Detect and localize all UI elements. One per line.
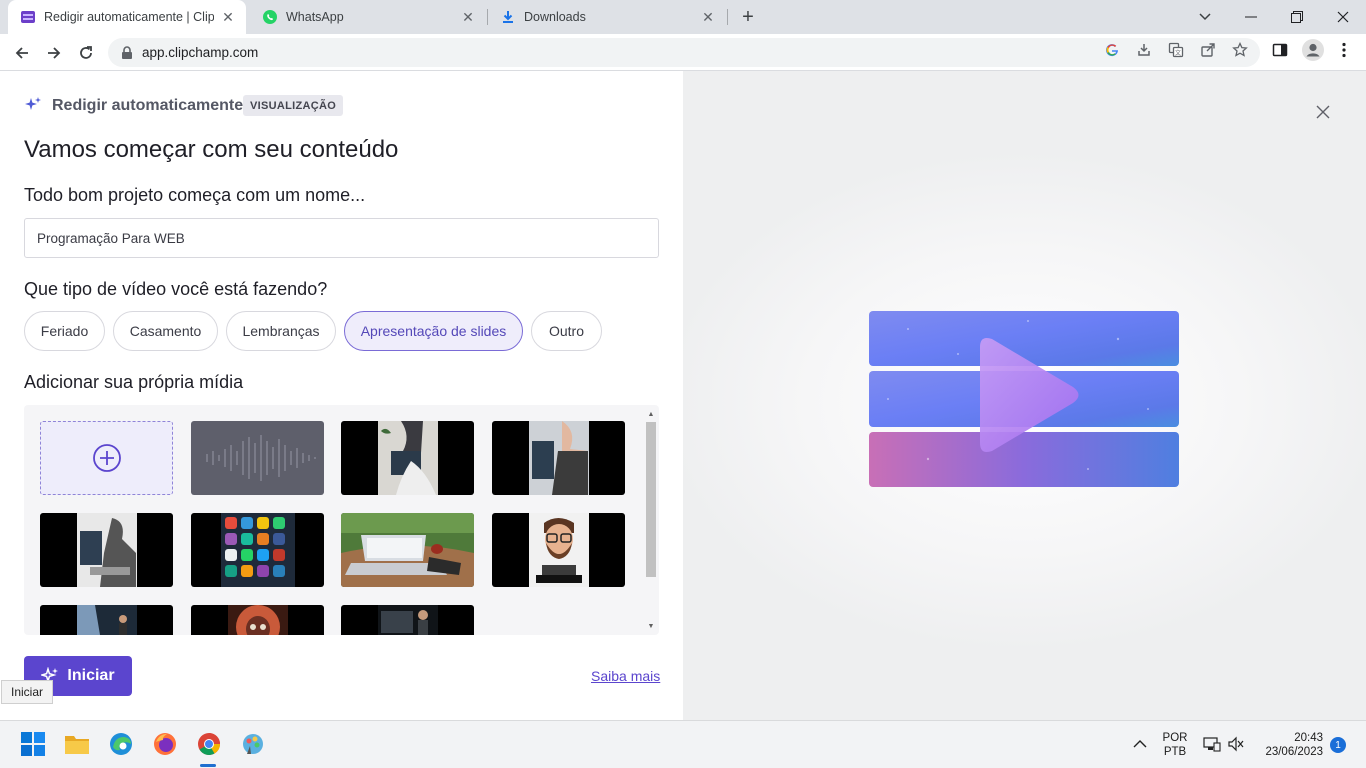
notification-badge[interactable]: 1 (1330, 737, 1346, 753)
media-thumb-person-laptop[interactable] (341, 421, 474, 495)
media-thumb-person-computer[interactable] (40, 513, 173, 587)
start-button-label: Iniciar (67, 667, 115, 684)
clock-time: 20:43 (1294, 732, 1323, 744)
reload-button[interactable] (72, 39, 100, 67)
tab-whatsapp[interactable]: WhatsApp ✕ (250, 0, 486, 34)
project-name-input[interactable] (24, 218, 659, 258)
video-type-prompt: Que tipo de vídeo você está fazendo? (24, 279, 328, 299)
translate-icon[interactable]: 文 (1167, 41, 1185, 59)
chip-outro[interactable]: Outro (531, 311, 602, 351)
media-grid (24, 405, 659, 635)
volume-muted-icon[interactable] (1224, 731, 1248, 757)
close-tab-icon[interactable]: ✕ (220, 9, 236, 25)
name-prompt: Todo bom projeto começa com um nome... (24, 185, 366, 205)
keyboard-layout: PTB (1163, 746, 1187, 758)
start-tooltip: Iniciar (1, 680, 54, 704)
chip-casamento[interactable]: Casamento (113, 311, 218, 351)
restore-button[interactable] (1274, 0, 1320, 34)
forward-button[interactable] (40, 39, 68, 67)
close-tab-icon[interactable]: ✕ (460, 9, 476, 25)
language-code: POR (1162, 732, 1188, 744)
tab-clipchamp[interactable]: Redigir automaticamente | Clipch ✕ (8, 0, 246, 34)
clipchamp-logo-illustration (869, 311, 1179, 487)
address-bar[interactable]: app.clipchamp.com (108, 38, 1260, 67)
illustration-panel (683, 71, 1366, 720)
share-icon[interactable] (1199, 41, 1217, 59)
language-indicator[interactable]: POR PTB (1160, 731, 1190, 759)
url-text: app.clipchamp.com (142, 45, 259, 60)
sparkle-icon (25, 97, 41, 110)
scroll-down-arrow-icon[interactable]: ▼ (645, 620, 657, 632)
media-thumb-presenter-stage[interactable] (40, 605, 173, 635)
media-thumb-laptop-table[interactable] (341, 513, 474, 587)
google-icon[interactable] (1103, 41, 1121, 59)
clock-date: 23/06/2023 (1265, 746, 1323, 758)
scrollbar-thumb[interactable] (646, 422, 656, 577)
tab-bar: Redigir automaticamente | Clipch ✕ Whats… (0, 0, 1366, 34)
show-hidden-icons-icon[interactable] (1128, 731, 1152, 757)
network-icon[interactable] (1200, 731, 1224, 757)
media-thumb-app-icons[interactable] (191, 513, 324, 587)
tab-title: Downloads (524, 10, 586, 24)
paint-app-icon[interactable] (240, 731, 266, 757)
tab-separator (727, 9, 728, 25)
add-media-button[interactable] (40, 421, 173, 495)
chip-lembrancas[interactable]: Lembranças (226, 311, 336, 351)
page-heading: Vamos começar com seu conteúdo (24, 136, 399, 163)
chrome-icon[interactable] (196, 731, 222, 757)
preview-badge: VISUALIZAÇÃO (243, 95, 344, 116)
chip-feriado[interactable]: Feriado (24, 311, 105, 351)
chip-apresentacao-de-slides[interactable]: Apresentação de slides (344, 311, 523, 351)
tab-downloads[interactable]: Downloads ✕ (488, 0, 726, 34)
minimize-button[interactable] (1228, 0, 1274, 34)
media-thumb-cartoon-avatar[interactable] (492, 513, 625, 587)
browser-toolbar: app.clipchamp.com 文 (0, 34, 1366, 71)
learn-more-link[interactable]: Saiba mais (591, 668, 660, 684)
clock[interactable]: 20:43 23/06/2023 (1254, 731, 1330, 759)
browser-menu-icon[interactable] (1335, 41, 1353, 59)
tab-title: WhatsApp (286, 10, 344, 24)
back-button[interactable] (8, 39, 36, 67)
tab-title: Redigir automaticamente | Clipch (44, 10, 214, 24)
svg-text:文: 文 (1175, 49, 1181, 57)
media-thumb-person-illustration[interactable] (492, 421, 625, 495)
whatsapp-icon (262, 9, 278, 25)
active-app-indicator (200, 764, 216, 767)
download-icon (500, 9, 516, 25)
install-app-icon[interactable] (1135, 41, 1153, 59)
audio-waveform-icon (206, 435, 316, 481)
lock-icon (122, 45, 132, 59)
close-icon[interactable] (1315, 104, 1331, 120)
notification-count: 1 (1335, 739, 1341, 751)
profile-avatar-icon[interactable] (1301, 38, 1325, 62)
media-thumb-presenter-screen[interactable] (341, 605, 474, 635)
close-tab-icon[interactable]: ✕ (700, 9, 716, 25)
close-window-button[interactable] (1320, 0, 1366, 34)
scroll-up-arrow-icon[interactable]: ▲ (645, 408, 657, 420)
bookmark-star-icon[interactable] (1231, 41, 1249, 59)
file-explorer-icon[interactable] (64, 731, 90, 757)
clipchamp-favicon-icon (20, 9, 36, 25)
tab-search-chevron-icon[interactable] (1182, 0, 1228, 34)
firefox-icon[interactable] (152, 731, 178, 757)
media-thumb-audio[interactable] (191, 421, 324, 495)
taskbar: POR PTB 20:43 23/06/2023 1 (0, 720, 1366, 768)
new-tab-button[interactable]: + (736, 5, 760, 29)
side-panel-icon[interactable] (1271, 41, 1289, 59)
feature-title: Redigir automaticamente (52, 97, 244, 114)
edge-browser-icon[interactable] (108, 731, 134, 757)
plus-circle-icon (92, 444, 121, 472)
windows-start-icon[interactable] (20, 731, 46, 757)
media-prompt: Adicionar sua própria mídia (24, 372, 244, 392)
media-thumb-red-skull[interactable] (191, 605, 324, 635)
